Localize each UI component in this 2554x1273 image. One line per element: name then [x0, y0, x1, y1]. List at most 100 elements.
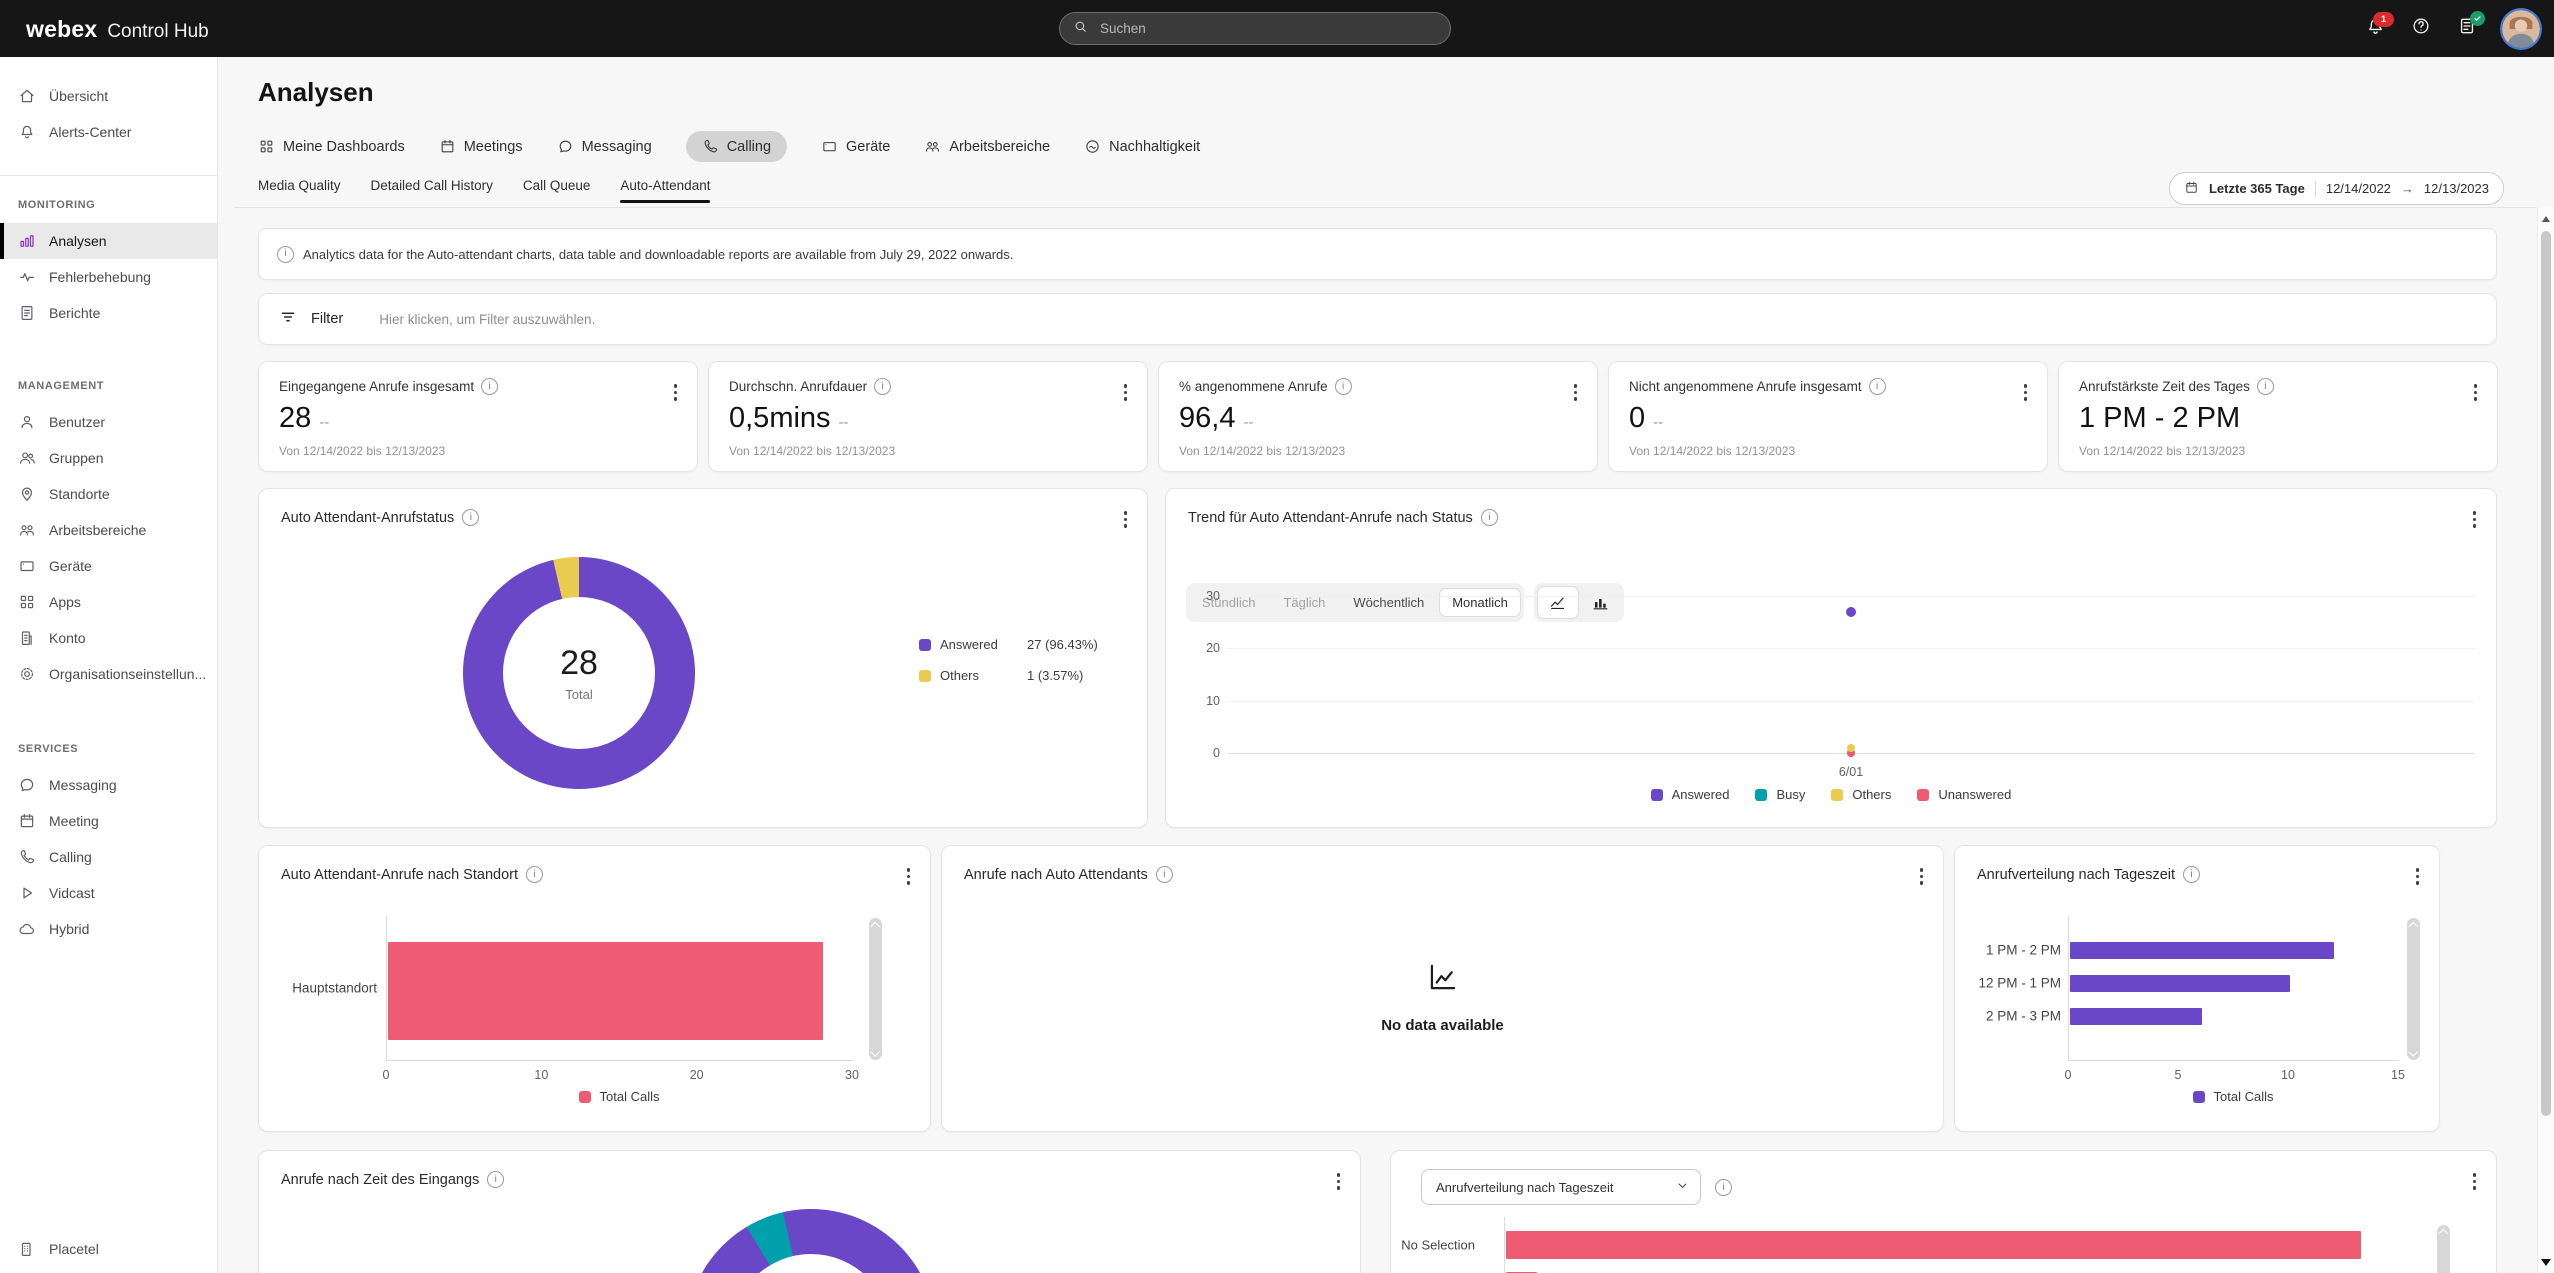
trend-plot-area [1228, 596, 2474, 753]
legend-item-answered: Answered27 (96.43%) [919, 637, 1098, 652]
search-input[interactable] [1098, 20, 1437, 37]
sidebar-item-calling[interactable]: Calling [0, 839, 217, 875]
sidebar-item-organisationseinstellun[interactable]: Organisationseinstellun... [0, 656, 217, 692]
kebab-menu-icon[interactable] [2412, 864, 2424, 889]
info-icon[interactable]: i [1481, 509, 1498, 526]
bar-1-pm-2-pm[interactable] [2070, 942, 2334, 959]
tab-label: Geräte [846, 139, 890, 155]
info-icon[interactable]: i [462, 509, 479, 526]
bar-no-selection[interactable] [1506, 1231, 2361, 1259]
kpi-value: 0-- [1629, 402, 1663, 435]
kebab-menu-icon[interactable] [2469, 507, 2481, 532]
tab-messaging[interactable]: Messaging [557, 131, 652, 162]
bar-hauptstandort[interactable] [388, 942, 823, 1040]
sidebar-item-berichte[interactable]: Berichte [0, 295, 217, 331]
kebab-menu-icon[interactable] [1120, 507, 1132, 532]
data-point-others[interactable] [1847, 744, 1855, 752]
chart-scrollbar[interactable] [869, 918, 882, 1060]
kebab-menu-icon[interactable] [2470, 380, 2482, 405]
location-icon [18, 485, 36, 503]
sidebar-item-benutzer[interactable]: Benutzer [0, 404, 217, 440]
selected-option: Anrufverteilung nach Tageszeit [1436, 1180, 1614, 1195]
info-icon[interactable]: i [526, 866, 543, 883]
notifications-button[interactable]: 1 [2364, 18, 2386, 40]
kebab-menu-icon[interactable] [1120, 380, 1132, 405]
tab-calling[interactable]: Calling [686, 131, 787, 162]
sidebar-item-gruppen[interactable]: Gruppen [0, 440, 217, 476]
sustainability-icon [1084, 138, 1101, 155]
trend-x-axis-label: 6/01 [1839, 765, 1863, 779]
scroll-down-icon[interactable] [2541, 1259, 2551, 1266]
info-icon[interactable]: i [1869, 378, 1886, 395]
subtab-detailed-call-history[interactable]: Detailed Call History [371, 178, 493, 203]
user-avatar[interactable] [2502, 10, 2540, 48]
sidebar-item-messaging[interactable]: Messaging [0, 767, 217, 803]
sidebar-item-arbeitsbereiche[interactable]: Arbeitsbereiche [0, 512, 217, 548]
info-icon[interactable]: i [874, 378, 891, 395]
sidebar-item-standorte[interactable]: Standorte [0, 476, 217, 512]
tab-arbeitsbereiche[interactable]: Arbeitsbereiche [924, 131, 1050, 162]
logo[interactable]: webex Control Hub [26, 0, 209, 57]
date-range-picker[interactable]: Letzte 365 Tage 12/14/2022 → 12/13/2023 [2169, 172, 2504, 205]
data-point-answered[interactable] [1846, 607, 1856, 617]
sidebar-item-bersicht[interactable]: Übersicht [0, 78, 217, 114]
chart-selector-dropdown[interactable]: Anrufverteilung nach Tageszeit [1421, 1169, 1701, 1205]
sidebar-item-placetel[interactable]: Placetel [0, 1231, 217, 1267]
kebab-menu-icon[interactable] [2020, 380, 2032, 405]
sidebar-item-label: Meeting [49, 813, 99, 829]
sidebar-item-analysen[interactable]: Analysen [0, 223, 217, 259]
sidebar-item-ger-te[interactable]: Geräte [0, 548, 217, 584]
legend-swatch [1651, 789, 1663, 801]
tab-nachhaltigkeit[interactable]: Nachhaltigkeit [1084, 131, 1200, 162]
chart-scrollbar[interactable] [2407, 918, 2420, 1060]
whats-new-button[interactable] [2456, 18, 2478, 40]
sidebar-item-alerts-center[interactable]: Alerts-Center [0, 114, 217, 150]
sidebar-item-meeting[interactable]: Meeting [0, 803, 217, 839]
date-range-end[interactable]: 12/13/2023 [2424, 181, 2489, 196]
kebab-menu-icon[interactable] [1916, 864, 1928, 889]
sidebar-item-label: Messaging [49, 777, 117, 793]
kebab-menu-icon[interactable] [1333, 1169, 1345, 1194]
info-icon[interactable]: i [1156, 866, 1173, 883]
bar-2-pm-3-pm[interactable] [2070, 1008, 2202, 1025]
scrollbar-thumb[interactable] [2541, 231, 2551, 1116]
tab-meine-dashboards[interactable]: Meine Dashboards [258, 131, 405, 162]
nodata-icon [1424, 958, 1462, 996]
subtab-call-queue[interactable]: Call Queue [523, 178, 591, 203]
info-icon[interactable]: i [1715, 1179, 1732, 1196]
kebab-menu-icon[interactable] [2469, 1169, 2481, 1194]
y-tick-label: 0 [1192, 746, 1220, 760]
help-button[interactable] [2410, 18, 2432, 40]
subtab-auto-attendant[interactable]: Auto-Attendant [620, 178, 710, 203]
subtab-media-quality[interactable]: Media Quality [258, 178, 341, 203]
info-icon[interactable]: i [1335, 378, 1352, 395]
bar-12-pm-1-pm[interactable] [2070, 975, 2290, 992]
legend-swatch [1831, 789, 1843, 801]
info-icon[interactable]: i [487, 1171, 504, 1188]
info-icon[interactable]: i [481, 378, 498, 395]
sidebar-item-konto[interactable]: Konto [0, 620, 217, 656]
global-search[interactable] [1059, 12, 1451, 45]
filter-bar[interactable]: Filter Hier klicken, um Filter auszuwähl… [258, 293, 2497, 345]
info-icon[interactable]: i [2257, 378, 2274, 395]
sidebar-item-fehlerbehebung[interactable]: Fehlerbehebung [0, 259, 217, 295]
tab-meetings[interactable]: Meetings [439, 131, 523, 162]
kpi-title: Anrufstärkste Zeit des Tagesi [2079, 378, 2274, 395]
kebab-menu-icon[interactable] [903, 864, 915, 889]
sidebar-item-vidcast[interactable]: Vidcast [0, 875, 217, 911]
x-tick-label: 10 [534, 1068, 548, 1082]
x-tick-label: 20 [690, 1068, 704, 1082]
info-icon[interactable]: i [2183, 866, 2200, 883]
legend-item-total-calls: Total Calls [579, 1089, 660, 1104]
scroll-up-icon[interactable] [2542, 216, 2550, 222]
sidebar-item-apps[interactable]: Apps [0, 584, 217, 620]
chart-scrollbar[interactable] [2437, 1225, 2450, 1273]
empty-chart-icon [1424, 958, 1462, 1001]
tab-ger-te[interactable]: Geräte [821, 131, 890, 162]
kebab-menu-icon[interactable] [1570, 380, 1582, 405]
sidebar-item-hybrid[interactable]: Hybrid [0, 911, 217, 947]
page-scrollbar[interactable] [2537, 207, 2554, 1273]
chevdown-icon [1675, 1178, 1690, 1193]
date-range-start[interactable]: 12/14/2022 [2326, 181, 2391, 196]
kebab-menu-icon[interactable] [670, 380, 682, 405]
